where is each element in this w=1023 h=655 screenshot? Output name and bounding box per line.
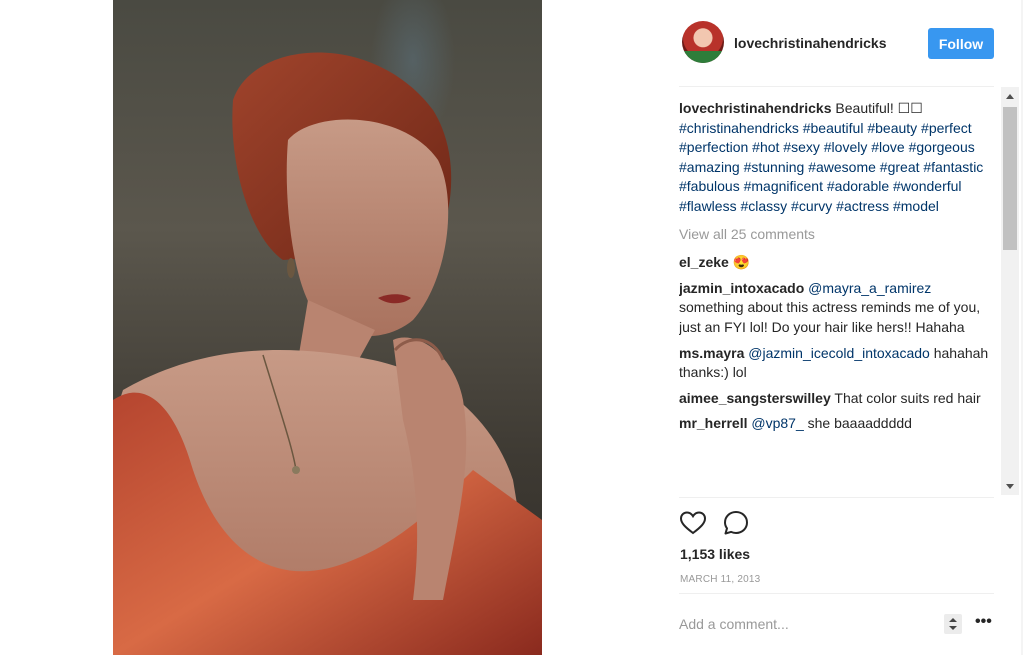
add-comment-input[interactable] [679,612,929,636]
post-date: MARCH 11, 2013 [680,574,761,585]
input-spinner[interactable] [944,614,962,634]
caption-hashtags[interactable]: #christinahendricks #beautiful #beauty #… [679,120,983,214]
comment-username[interactable]: aimee_sangsterswilley [679,390,831,406]
follow-button[interactable]: Follow [928,28,994,59]
more-options-icon[interactable]: ••• [975,614,992,630]
comment-item: ms.mayra @jazmin_icecold_intoxacado haha… [679,344,997,383]
scroll-down-arrow-icon[interactable] [1006,484,1014,489]
comment-username[interactable]: mr_herrell [679,415,747,431]
caption-text: Beautiful! ☐☐ [831,100,923,116]
comment-item: aimee_sangsterswilley That color suits r… [679,389,997,409]
comment-item: jazmin_intoxacado @mayra_a_ramirez somet… [679,279,997,338]
comment-text: something about this actress reminds me … [679,299,981,335]
comment-text: she baaaaddddd [803,415,912,432]
user-avatar[interactable] [682,21,724,63]
caption-username[interactable]: lovechristinahendricks [679,100,832,116]
comment-item: mr_herrell @vp87_ she baaaaddddd [679,414,997,434]
header-divider [679,86,994,87]
comment-bubble-icon[interactable] [722,509,750,537]
comment-text: That color suits red hair [830,389,981,406]
actions-divider [679,497,994,498]
comment-text: 😍 [728,254,751,271]
likes-count[interactable]: 1,153 likes [680,546,750,562]
post-photo-image [113,52,542,655]
comment-item: el_zeke 😍 [679,253,997,273]
post-photo[interactable] [113,0,542,655]
comment-mention[interactable]: @vp87_ [747,415,803,431]
post-caption: lovechristinahendricks Beautiful! ☐☐ #ch… [679,99,997,217]
scroll-up-arrow-icon[interactable] [1006,94,1014,99]
post-username[interactable]: lovechristinahendricks [734,35,887,51]
comments-scrollbar[interactable] [1001,87,1019,495]
comment-mention[interactable]: @mayra_a_ramirez [804,280,931,296]
comments-list[interactable]: lovechristinahendricks Beautiful! ☐☐ #ch… [679,99,997,496]
spinner-down-icon[interactable] [949,626,957,630]
scroll-thumb[interactable] [1003,107,1017,250]
spinner-up-icon[interactable] [949,618,957,622]
heart-icon[interactable] [679,509,707,537]
view-all-comments-link[interactable]: View all 25 comments [679,225,997,245]
comment-mention[interactable]: @jazmin_icecold_intoxacado [744,345,930,361]
comment-username[interactable]: el_zeke [679,254,729,270]
comment-input-divider [679,593,994,594]
comment-username[interactable]: ms.mayra [679,345,744,361]
comment-username[interactable]: jazmin_intoxacado [679,280,804,296]
